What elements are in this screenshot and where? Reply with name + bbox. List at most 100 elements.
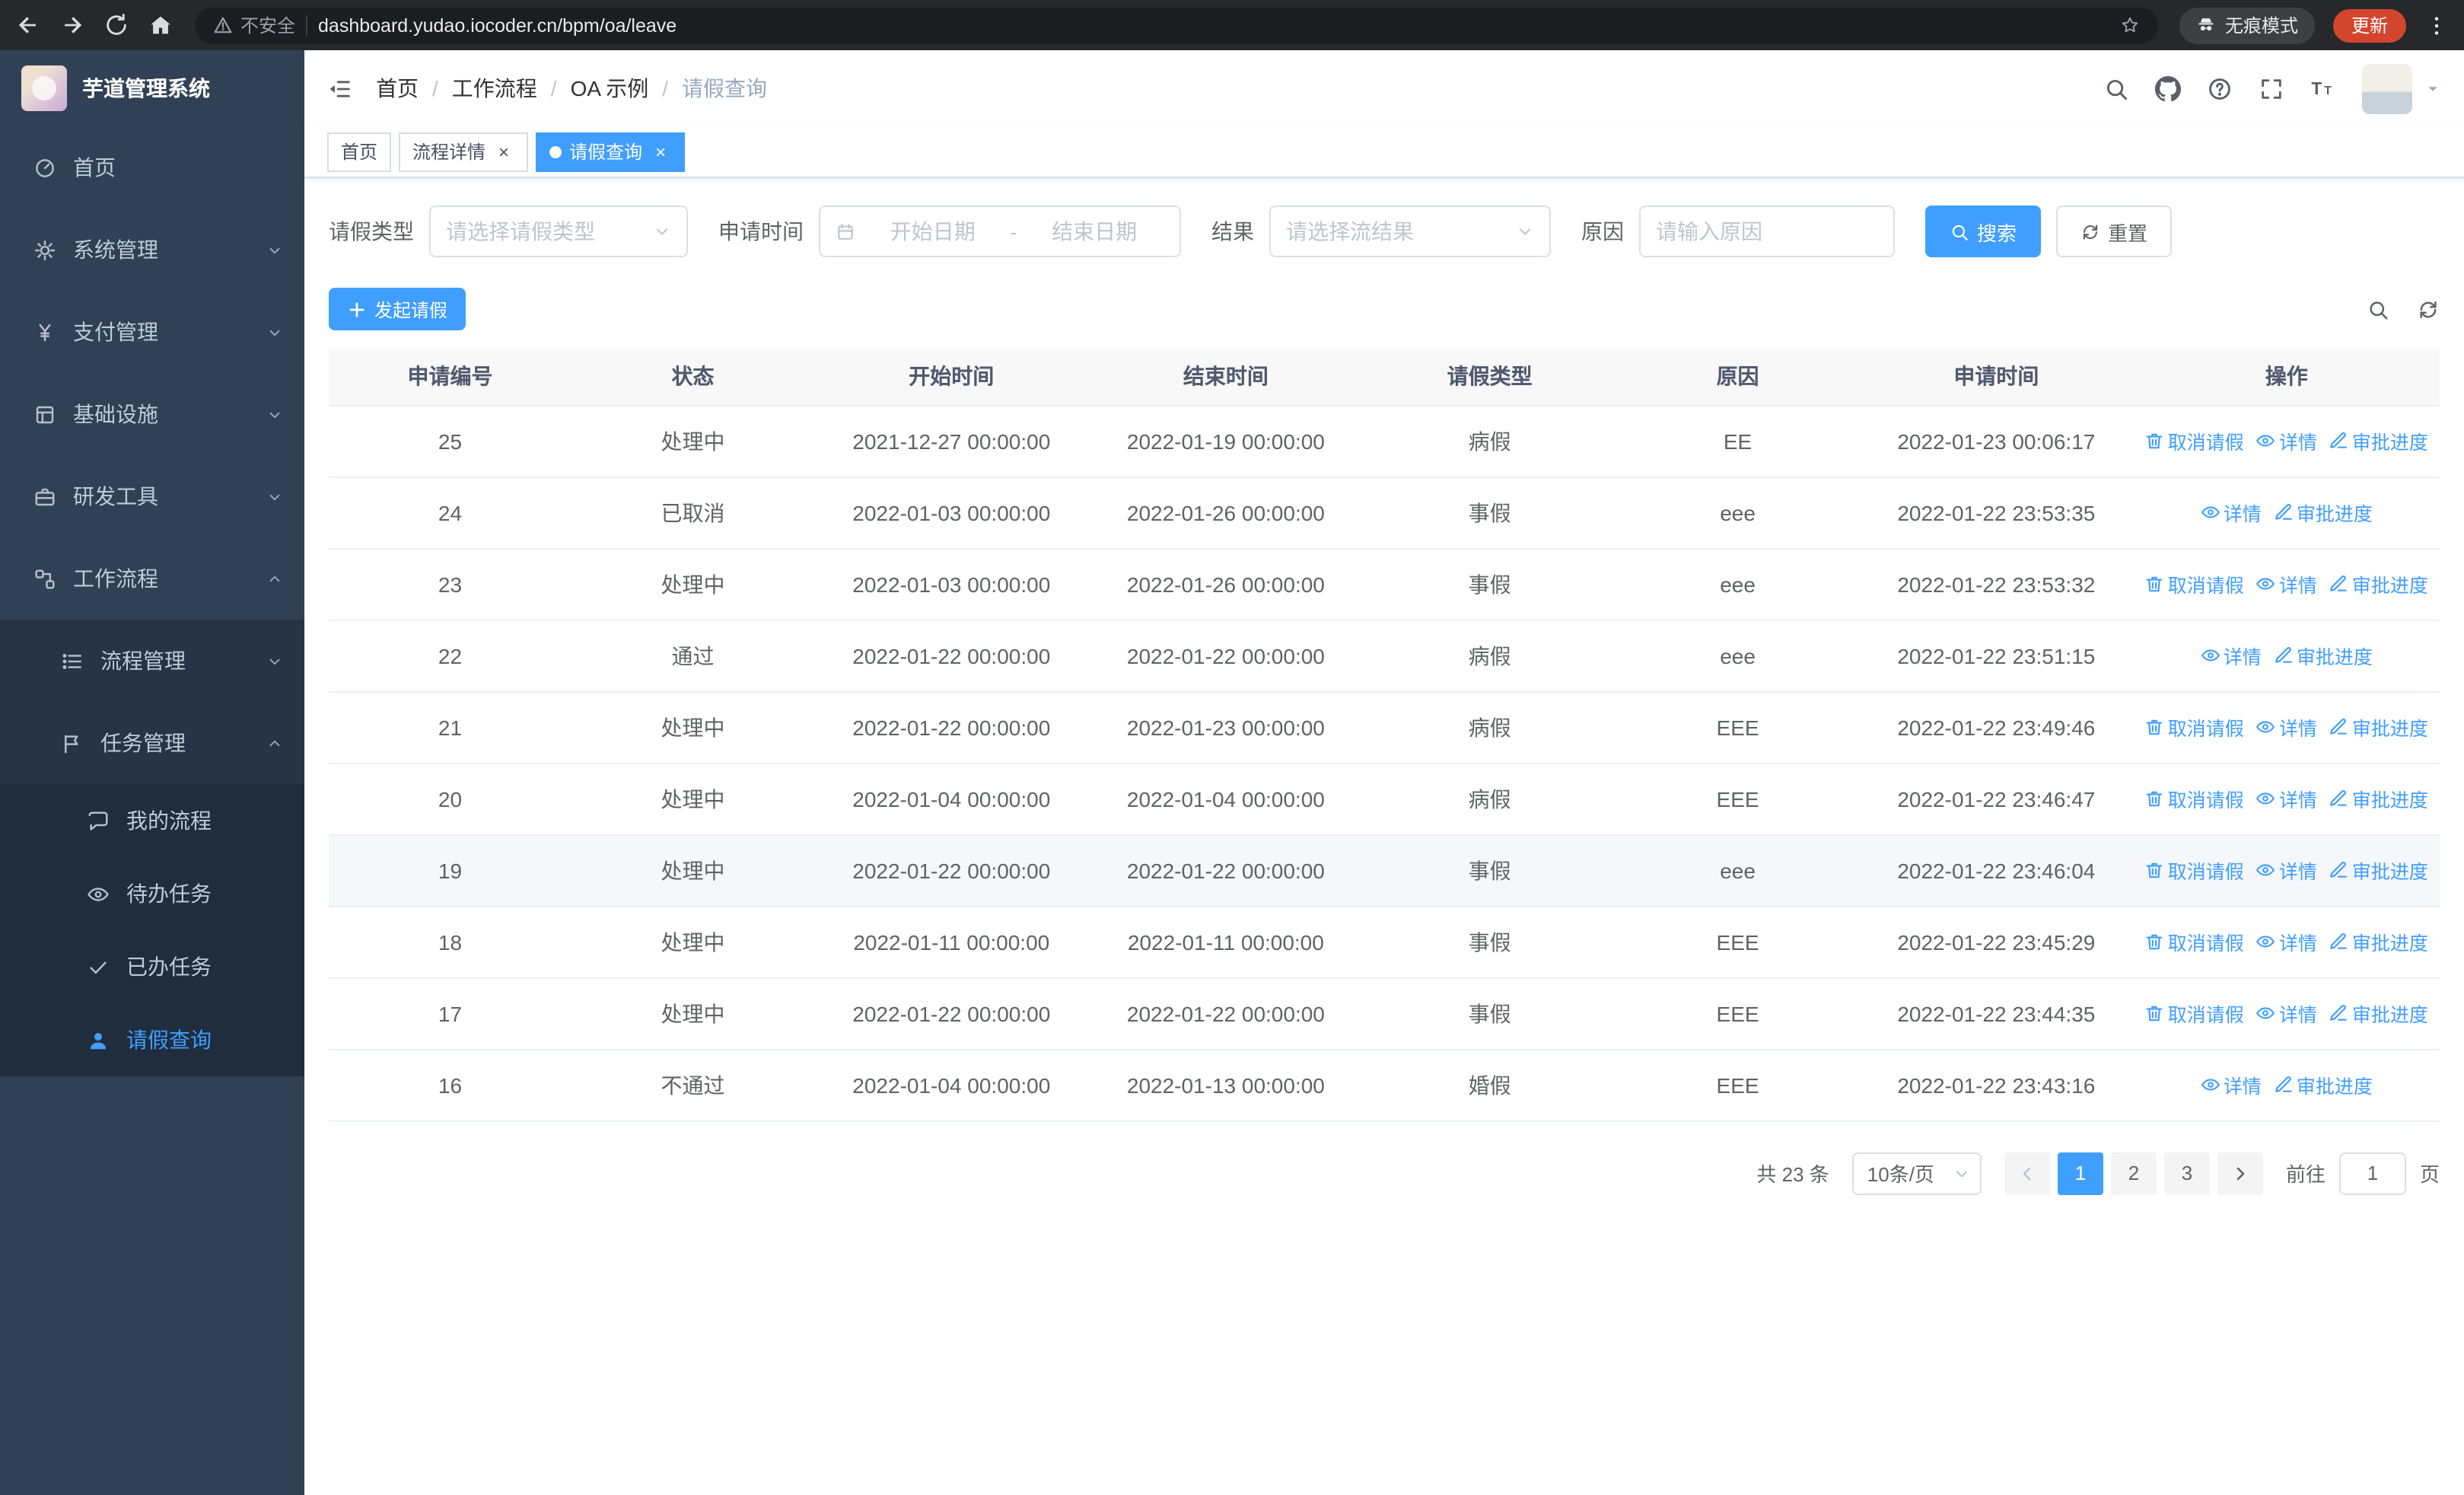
view-detail-link[interactable]: 详情 xyxy=(2256,856,2317,885)
approval-progress-link[interactable]: 审批进度 xyxy=(2274,1070,2373,1099)
result-input[interactable] xyxy=(1286,219,1508,244)
page-button-1[interactable]: 1 xyxy=(2057,1152,2103,1194)
sidebar-item-todo-tasks[interactable]: 待办任务 xyxy=(0,857,304,930)
range-separator: - xyxy=(1010,220,1017,243)
approval-progress-link[interactable]: 审批进度 xyxy=(2329,784,2428,813)
view-detail-link[interactable]: 详情 xyxy=(2201,641,2262,670)
search-button[interactable]: 搜索 xyxy=(1925,206,2042,257)
cancel-leave-link[interactable]: 取消请假 xyxy=(2145,712,2244,741)
view-detail-link[interactable]: 详情 xyxy=(2256,999,2317,1028)
cell-reason: EE xyxy=(1616,405,1860,477)
end-date-input[interactable] xyxy=(1024,219,1164,244)
start-date-input[interactable] xyxy=(863,219,1003,244)
approval-progress-link[interactable]: 审批进度 xyxy=(2329,569,2428,598)
cancel-leave-link[interactable]: 取消请假 xyxy=(2145,999,2244,1028)
breadcrumb-home[interactable]: 首页 xyxy=(376,73,419,104)
help-icon[interactable] xyxy=(2207,75,2233,101)
sidebar-item-infrastructure[interactable]: 基础设施 xyxy=(0,373,304,455)
approval-progress-link[interactable]: 审批进度 xyxy=(2274,641,2373,670)
leave-type-select[interactable] xyxy=(429,206,688,257)
not-secure-label: 不安全 xyxy=(240,15,296,37)
cell-apply-id: 22 xyxy=(329,620,571,692)
approval-progress-link[interactable]: 审批进度 xyxy=(2274,498,2373,527)
tab-leave-query[interactable]: 请假查询 × xyxy=(536,132,686,171)
page-button-3[interactable]: 3 xyxy=(2163,1152,2210,1194)
reason-field[interactable] xyxy=(1639,206,1895,257)
breadcrumb-workflow[interactable]: 工作流程 xyxy=(452,73,537,104)
sidebar-item-workflow[interactable]: 工作流程 xyxy=(0,537,304,620)
breadcrumb-oa-example[interactable]: OA 示例 xyxy=(571,73,649,104)
create-leave-label: 发起请假 xyxy=(374,299,448,320)
sidebar-item-leave-query[interactable]: 请假查询 xyxy=(0,1003,304,1076)
cancel-leave-link[interactable]: 取消请假 xyxy=(2145,856,2244,885)
approval-progress-link[interactable]: 审批进度 xyxy=(2329,426,2428,455)
app-logo[interactable]: 芋道管理系统 xyxy=(0,50,304,126)
toggle-search-icon[interactable] xyxy=(2367,298,2389,320)
cell-end-time: 2022-01-11 00:00:00 xyxy=(1088,906,1364,978)
leave-type-input[interactable] xyxy=(446,219,645,244)
sidebar-item-home[interactable]: 首页 xyxy=(0,126,304,209)
create-leave-button[interactable]: 发起请假 xyxy=(329,288,466,330)
reset-button[interactable]: 重置 xyxy=(2056,206,2173,257)
sidebar-item-payment-management[interactable]: 支付管理 xyxy=(0,291,304,373)
cell-end-time: 2022-01-26 00:00:00 xyxy=(1088,477,1364,549)
cell-actions: 取消请假 详情 审批进度 xyxy=(2133,834,2440,907)
view-detail-link[interactable]: 详情 xyxy=(2201,498,2262,527)
apply-time-range-picker[interactable]: - xyxy=(819,206,1181,257)
cancel-leave-link[interactable]: 取消请假 xyxy=(2145,426,2244,455)
view-detail-link[interactable]: 详情 xyxy=(2256,784,2317,813)
prev-page-button[interactable] xyxy=(2004,1152,2050,1194)
cancel-leave-link[interactable]: 取消请假 xyxy=(2145,569,2244,598)
view-detail-link[interactable]: 详情 xyxy=(2256,927,2317,956)
browser-reload-icon[interactable] xyxy=(103,12,129,38)
goto-page-input[interactable] xyxy=(2338,1152,2406,1194)
sidebar-menu: 首页 系统管理 支付管理 基础设施 研发工具 工作流程 流程管理 任务管理 我的流程 待办任务 已办… xyxy=(0,126,304,1495)
sidebar-item-my-process[interactable]: 我的流程 xyxy=(0,784,304,857)
font-size-icon[interactable]: TT xyxy=(2310,75,2336,101)
view-detail-link[interactable]: 详情 xyxy=(2256,569,2317,598)
user-menu-caret-icon[interactable] xyxy=(2424,80,2441,97)
user-avatar[interactable] xyxy=(2362,63,2412,113)
approval-progress-link[interactable]: 审批进度 xyxy=(2329,712,2428,741)
sidebar-item-system-management[interactable]: 系统管理 xyxy=(0,209,304,291)
browser-home-icon[interactable] xyxy=(148,12,173,38)
tab-process-detail[interactable]: 流程详情 × xyxy=(399,132,529,171)
chevron-down-icon xyxy=(1953,1164,1971,1182)
cell-start-time: 2022-01-22 00:00:00 xyxy=(814,834,1089,907)
view-detail-link[interactable]: 详情 xyxy=(2256,426,2317,455)
result-label: 结果 xyxy=(1211,219,1254,244)
view-detail-link[interactable]: 详情 xyxy=(2201,1070,2262,1099)
sidebar-item-process-management[interactable]: 流程管理 xyxy=(0,620,304,702)
sidebar-item-task-management[interactable]: 任务管理 xyxy=(0,702,304,784)
tab-home[interactable]: 首页 xyxy=(327,132,392,171)
close-tab-icon[interactable]: × xyxy=(650,141,671,162)
close-tab-icon[interactable]: × xyxy=(493,141,514,162)
cancel-leave-link[interactable]: 取消请假 xyxy=(2145,784,2244,813)
sidebar-toggle-icon[interactable] xyxy=(327,75,353,101)
page-size-select[interactable]: 10条/页 xyxy=(1851,1152,1982,1194)
pager-pages: 123 xyxy=(2057,1152,2210,1194)
header-search-icon[interactable] xyxy=(2103,75,2129,101)
approval-progress-link[interactable]: 审批进度 xyxy=(2329,999,2428,1028)
approval-progress-link[interactable]: 审批进度 xyxy=(2329,856,2428,885)
browser-menu-icon[interactable] xyxy=(2424,13,2449,37)
approval-progress-link[interactable]: 审批进度 xyxy=(2329,927,2428,956)
sidebar-item-dev-tools[interactable]: 研发工具 xyxy=(0,455,304,537)
result-select[interactable] xyxy=(1269,206,1551,257)
sidebar-item-done-tasks[interactable]: 已办任务 xyxy=(0,930,304,1003)
browser-forward-icon[interactable] xyxy=(59,12,85,38)
action-label: 审批进度 xyxy=(2351,575,2428,597)
page-button-2[interactable]: 2 xyxy=(2110,1152,2157,1194)
github-icon[interactable] xyxy=(2155,75,2181,101)
reason-input[interactable] xyxy=(1656,219,1878,244)
fullscreen-icon[interactable] xyxy=(2259,75,2284,101)
view-detail-link[interactable]: 详情 xyxy=(2256,712,2317,741)
address-bar[interactable]: 不安全 dashboard.yudao.iocoder.cn/bpm/oa/le… xyxy=(195,7,2158,43)
cell-actions: 取消请假 详情 审批进度 xyxy=(2133,405,2440,477)
next-page-button[interactable] xyxy=(2217,1152,2263,1194)
browser-back-icon[interactable] xyxy=(15,12,41,38)
bookmark-star-icon[interactable] xyxy=(2120,15,2140,35)
cancel-leave-link[interactable]: 取消请假 xyxy=(2145,927,2244,956)
browser-update-button[interactable]: 更新 xyxy=(2332,8,2406,42)
refresh-table-icon[interactable] xyxy=(2417,298,2440,320)
